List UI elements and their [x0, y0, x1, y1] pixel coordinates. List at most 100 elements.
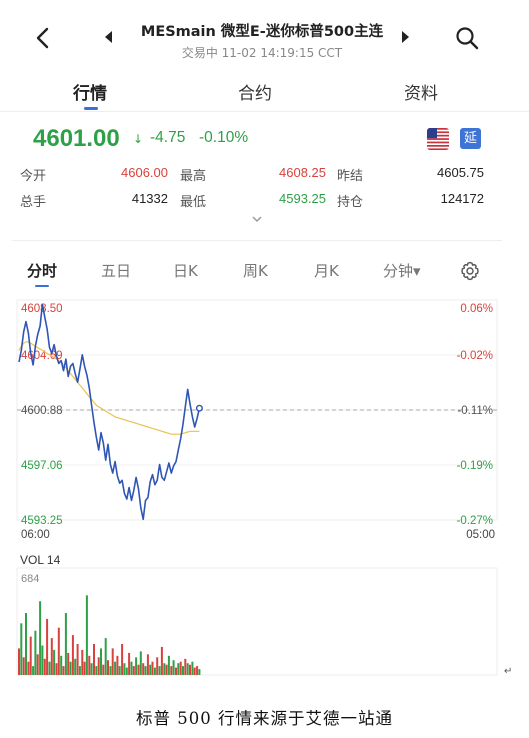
tab-daily-k[interactable]: 日K — [173, 260, 198, 281]
volume-bar — [135, 657, 138, 675]
intraday-chart[interactable]: 4608.50 0.06%4604.69 -0.02%4600.88 -0.11%45… — [0, 290, 529, 680]
volume-bar — [57, 627, 60, 675]
volume-bar — [144, 666, 147, 675]
tab-active-indicator — [84, 107, 98, 110]
volume-bar — [69, 661, 72, 675]
tab-quote[interactable]: 行情 — [73, 79, 107, 104]
tab-profile[interactable]: 资料 — [404, 79, 438, 104]
price-change: -4.75 — [150, 129, 186, 146]
next-contract-icon[interactable] — [400, 31, 410, 43]
time-axis-label: 05:00 — [466, 529, 495, 541]
volume-bar — [71, 635, 74, 675]
low-label: 最低 — [180, 195, 207, 210]
volume-bar — [109, 666, 112, 675]
volume-bar — [67, 652, 70, 675]
volume-bar — [29, 636, 32, 675]
volume-bar — [125, 667, 128, 675]
divider — [12, 240, 502, 241]
prev-settle-value: 4605.75 — [437, 165, 484, 180]
main-tabs: 行情 合约 资料 — [0, 75, 529, 111]
volume-bar — [95, 666, 98, 675]
divider — [0, 111, 529, 112]
volume-label: 总手 — [20, 195, 47, 210]
volume-bar — [130, 661, 133, 675]
volume-bar — [83, 661, 86, 675]
volume-bar — [170, 666, 173, 675]
volume-bar — [184, 658, 187, 675]
prev-contract-icon[interactable] — [104, 31, 114, 43]
volume-bar — [149, 664, 152, 675]
volume-bar — [132, 666, 135, 675]
volume-bar — [142, 663, 145, 675]
chart-tab-active-indicator — [35, 285, 49, 287]
delayed-badge[interactable]: 延 — [460, 128, 481, 149]
open-label: 今开 — [20, 169, 47, 184]
chart-tabs: 分时 五日 日K 周K 月K 分钟▾ — [0, 258, 529, 287]
volume-label: VOL 14 — [20, 553, 61, 567]
open-interest-value: 124172 — [440, 191, 484, 206]
volume-bar — [137, 664, 140, 675]
volume-value: 41332 — [131, 191, 168, 206]
tab-intraday[interactable]: 分时 — [27, 260, 57, 281]
tab-minute-dropdown[interactable]: 分钟▾ — [383, 260, 421, 281]
percent-axis-label: -0.02% — [457, 350, 493, 362]
volume-bar — [85, 595, 88, 675]
volume-bar — [175, 667, 177, 675]
volume-bar — [22, 657, 25, 675]
volume-bar — [186, 663, 189, 675]
volume-bar — [156, 657, 159, 675]
gear-icon[interactable] — [460, 261, 480, 281]
volume-bar — [160, 646, 163, 675]
back-arrow-icon[interactable] — [32, 26, 54, 50]
tab-five-day[interactable]: 五日 — [101, 260, 131, 281]
tab-weekly-k[interactable]: 周K — [243, 260, 268, 281]
volume-bar — [146, 654, 149, 675]
volume-bar — [163, 663, 166, 675]
volume-bar — [104, 638, 107, 675]
prev-settle-label: 昨结 — [337, 169, 364, 184]
volume-bar — [189, 664, 191, 675]
volume-bar — [114, 661, 117, 675]
volume-bar — [27, 661, 30, 675]
source-caption: 标普 500 行情来源于艾德一站通 — [136, 709, 393, 728]
volume-bar — [64, 613, 67, 675]
volume-bar — [100, 648, 102, 675]
volume-bar — [78, 666, 81, 675]
volume-bar — [121, 644, 124, 675]
price-axis-label: 4597.06 — [21, 460, 63, 472]
volume-bar — [111, 648, 114, 675]
last-price-dot — [195, 404, 203, 412]
tab-monthly-k[interactable]: 月K — [314, 260, 339, 281]
volume-bar — [165, 664, 168, 675]
volume-bar — [182, 666, 184, 675]
volume-bar — [53, 649, 56, 675]
volume-bar — [179, 661, 182, 675]
volume-bar — [18, 648, 20, 675]
chevron-down-icon[interactable] — [252, 215, 262, 223]
volume-bar — [41, 645, 44, 675]
volume-bar — [107, 660, 109, 675]
volume-bar — [46, 618, 49, 675]
volume-bar — [196, 666, 199, 675]
volume-bar — [172, 660, 175, 675]
return-mark: ↵ — [504, 666, 513, 677]
volume-bar — [76, 644, 79, 675]
last-price: 4601.00 — [33, 125, 120, 152]
volume-bar — [43, 658, 46, 675]
us-flag-icon — [427, 128, 449, 150]
search-icon[interactable] — [455, 26, 479, 50]
high-label: 最高 — [180, 169, 207, 184]
down-arrow-icon: ↓ — [133, 132, 144, 146]
volume-bar — [167, 655, 170, 675]
volume-bar — [88, 655, 91, 675]
volume-bar — [20, 623, 23, 675]
volume-bar — [123, 663, 126, 675]
time-axis-label: 06:00 — [21, 529, 50, 541]
price-axis-label: 4600.88 — [21, 405, 63, 417]
volume-bar — [139, 651, 142, 675]
volume-bar — [191, 661, 194, 675]
tab-contract[interactable]: 合约 — [238, 79, 272, 104]
trading-status: 交易中 11-02 14:19:15 CCT — [181, 46, 343, 60]
volume-bar — [62, 666, 65, 675]
volume-bar — [48, 661, 51, 675]
